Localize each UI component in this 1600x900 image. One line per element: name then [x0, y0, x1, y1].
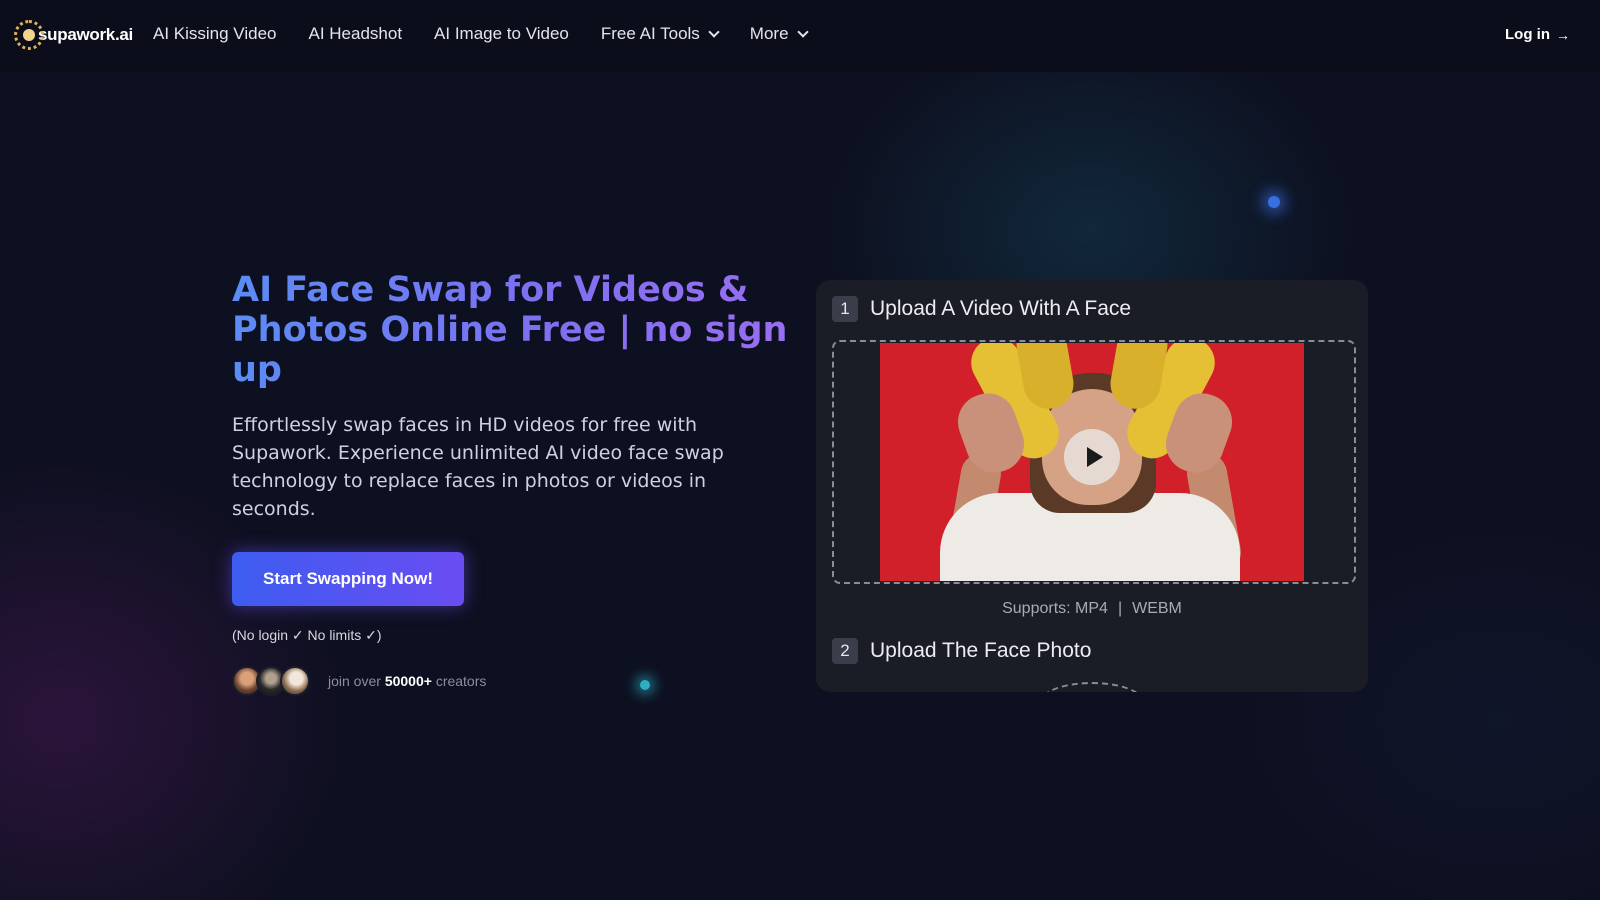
supports-format-webm: WEBM — [1132, 600, 1182, 617]
chevron-down-icon — [708, 26, 720, 38]
nav-links: AI Kissing Video AI Headshot AI Image to… — [153, 24, 809, 44]
logo[interactable]: supawork.ai — [14, 20, 133, 50]
start-swapping-button[interactable]: Start Swapping Now! — [232, 552, 464, 606]
step-title: Upload The Face Photo — [870, 639, 1092, 662]
glow-dot — [640, 680, 650, 690]
play-button[interactable] — [1064, 429, 1120, 485]
glow-dot — [1268, 196, 1280, 208]
step-title: Upload A Video With A Face — [870, 297, 1132, 320]
creators-prefix: join over — [328, 673, 381, 689]
nav-link-label: AI Image to Video — [434, 24, 569, 43]
sun-dots-logo-icon — [14, 20, 44, 50]
play-icon — [1086, 447, 1103, 467]
login-label: Log in — [1505, 26, 1550, 43]
face-photo-dropzone[interactable] — [1040, 682, 1144, 692]
hero-title: AI Face Swap for Videos & Photos Online … — [232, 270, 792, 390]
creators-suffix: creators — [435, 673, 487, 689]
nav-dropdown-free-ai-tools[interactable]: Free AI Tools — [600, 24, 720, 44]
step-number: 2 — [832, 638, 858, 664]
logo-text: supawork.ai — [38, 25, 133, 44]
creators-text: join over 50000+ creators — [328, 673, 486, 689]
top-navbar: supawork.ai AI Kissing Video AI Headshot… — [0, 0, 1600, 72]
login-button[interactable]: Log in → — [1505, 26, 1570, 43]
step-1-header: 1 Upload A Video With A Face — [832, 296, 1131, 322]
supports-label: Supports: MP4 — [1002, 600, 1108, 617]
supported-formats: Supports: MP4 | WEBM — [816, 600, 1368, 618]
hero-description: Effortlessly swap faces in HD videos for… — [232, 414, 724, 520]
nav-link-label: AI Kissing Video — [153, 24, 277, 43]
creators-count: 50000+ — [384, 673, 432, 689]
nav-link-label: AI Headshot — [308, 24, 403, 43]
creators-social-proof: join over 50000+ creators — [232, 666, 486, 696]
chevron-down-icon — [796, 26, 809, 38]
no-login-note: (No login ✓ No limits ✓) — [232, 627, 382, 643]
avatar-stack — [232, 666, 310, 696]
sample-video-thumbnail[interactable] — [880, 343, 1304, 581]
step-2-header: 2 Upload The Face Photo — [832, 638, 1091, 664]
nav-link-label: More — [749, 24, 789, 43]
upload-panel: 1 Upload A Video With A Face Supports: M… — [816, 280, 1368, 692]
nav-dropdown-more[interactable]: More — [749, 24, 809, 44]
step-number: 1 — [832, 296, 858, 322]
video-dropzone[interactable] — [832, 340, 1356, 584]
supports-separator: | — [1117, 600, 1123, 617]
arrow-right-icon: → — [1556, 26, 1570, 43]
nav-link-label: Free AI Tools — [600, 24, 700, 43]
avatar — [280, 666, 310, 696]
nav-link-ai-kissing-video[interactable]: AI Kissing Video — [153, 24, 276, 44]
nav-link-ai-headshot[interactable]: AI Headshot — [308, 24, 402, 44]
nav-link-ai-image-to-video[interactable]: AI Image to Video — [434, 24, 569, 44]
